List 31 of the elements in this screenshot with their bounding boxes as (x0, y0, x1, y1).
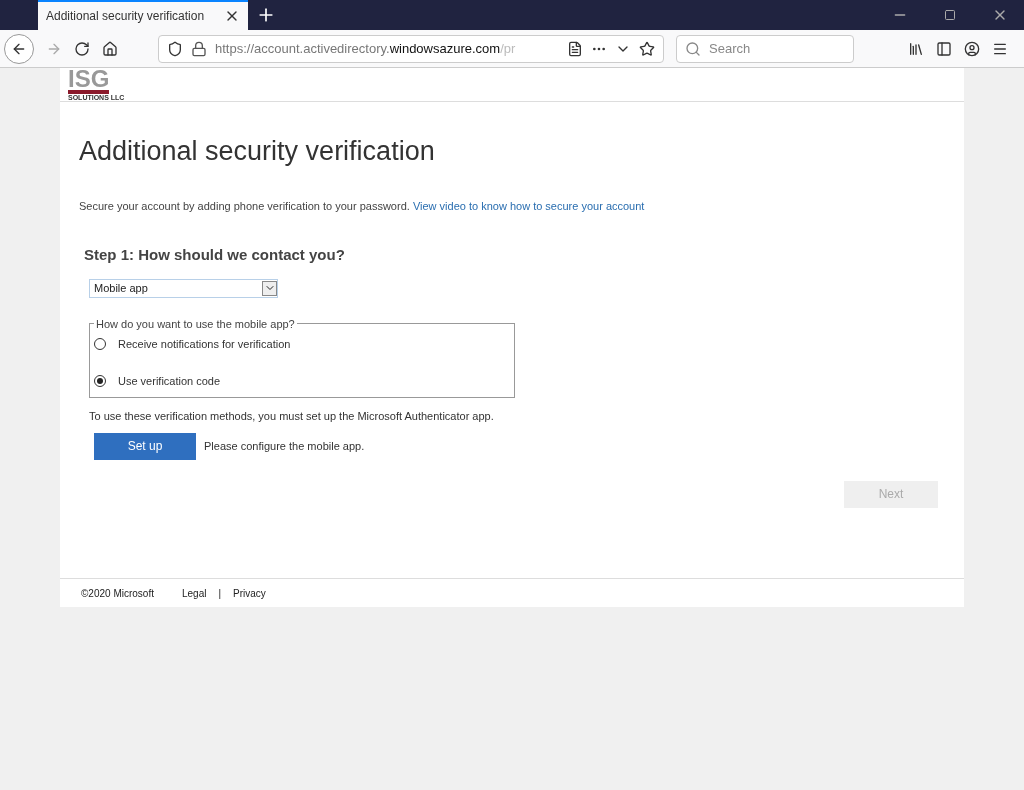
setup-hint: Please configure the mobile app. (204, 438, 365, 454)
separator: | (218, 586, 222, 601)
url-text: https://account.activedirectory.windowsazure.com/pr (215, 39, 517, 58)
reload-icon[interactable] (74, 40, 90, 57)
reader-view-icon[interactable] (567, 40, 583, 57)
account-icon[interactable] (964, 40, 980, 57)
copyright-text: ©2020 Microsoft (81, 586, 154, 601)
footer-link[interactable]: Privacy (233, 585, 266, 601)
page-title: Additional security verification (79, 135, 436, 168)
setup-button[interactable]: Set up (94, 432, 196, 460)
footer-link[interactable]: Legal (181, 585, 207, 601)
option-label: Use verification code (118, 373, 221, 389)
library-icon[interactable] (908, 40, 924, 57)
step-heading: Step 1: How should we contact you? (84, 245, 346, 265)
maximize-icon[interactable] (944, 9, 956, 21)
home-icon[interactable] (102, 40, 118, 57)
video-link[interactable]: View video to know how to secure your account (412, 199, 645, 212)
contact-method-dropdown[interactable]: Mobile app (89, 278, 278, 298)
browser-tab[interactable]: Additional security verification (38, 0, 248, 30)
back-button[interactable] (4, 33, 34, 64)
address-bar[interactable]: https://account.activedirectory.windowsazure.com/pr (158, 34, 664, 63)
option-label: Receive notifications for verification (118, 337, 291, 352)
intro-text: Secure your account by adding phone verification to your password. (79, 199, 410, 212)
group-label: How do you want to use the mobile app? (95, 316, 296, 332)
authenticator-note: To use these verification methods, you must set up the Microsoft Authenticator app. (89, 409, 495, 424)
lock-icon[interactable] (191, 40, 207, 57)
search-field[interactable]: Search (676, 34, 854, 63)
search-icon (685, 40, 701, 57)
star-icon[interactable] (639, 40, 655, 57)
sidebar-icon[interactable] (936, 40, 952, 57)
shield-icon[interactable] (167, 40, 183, 57)
